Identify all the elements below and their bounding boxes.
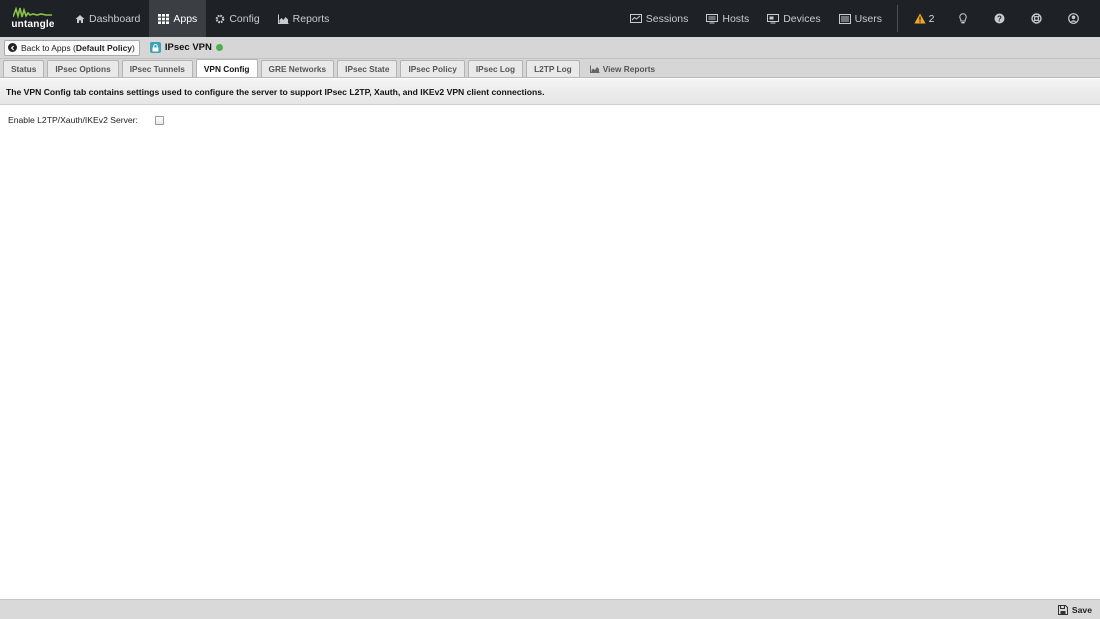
vpn-config-panel: Enable L2TP/Xauth/IKEv2 Server:: [0, 105, 1100, 599]
footer-toolbar: Save: [0, 599, 1100, 619]
tab-ipsec-state[interactable]: IPsec State: [337, 60, 398, 77]
back-arrow-icon: [8, 43, 17, 52]
lifebuoy-icon: [1031, 13, 1042, 24]
gear-icon: [216, 14, 225, 23]
users-icon: [838, 13, 851, 24]
logo-text: untangle: [11, 19, 55, 30]
nav-devices[interactable]: Devices: [758, 0, 829, 37]
help-button[interactable]: ?: [981, 0, 1018, 37]
nav-dashboard[interactable]: Dashboard: [66, 0, 149, 37]
nav-users-label: Users: [854, 12, 882, 25]
tab-view-reports[interactable]: View Reports: [583, 60, 662, 77]
back-to-apps-button[interactable]: Back to Apps (Default Policy): [4, 39, 140, 56]
tab-ipsec-log[interactable]: IPsec Log: [467, 60, 524, 77]
tab-ipsec-options[interactable]: IPsec Options: [47, 60, 119, 77]
area-chart-icon: [589, 65, 600, 73]
area-chart-icon: [277, 14, 289, 24]
back-suffix: ): [132, 42, 135, 53]
nav-right-group: Sessions Hosts Devices Users 2 ?: [621, 0, 1100, 37]
nav-config-label: Config: [229, 12, 260, 25]
save-button[interactable]: Save: [1057, 604, 1092, 615]
hosts-icon: [706, 13, 719, 23]
back-prefix: Back to Apps (: [21, 42, 76, 53]
devices-icon: [767, 13, 780, 23]
nav-hosts-label: Hosts: [722, 12, 750, 25]
floppy-disk-icon: [1057, 604, 1068, 615]
view-reports-label: View Reports: [602, 63, 656, 74]
nav-hosts[interactable]: Hosts: [697, 0, 758, 37]
app-status-indicator: [215, 44, 223, 51]
save-label: Save: [1071, 604, 1092, 615]
svg-text:?: ?: [997, 14, 1002, 23]
nav-reports[interactable]: Reports: [269, 0, 339, 37]
tab-gre-networks[interactable]: GRE Networks: [260, 60, 335, 77]
support-button[interactable]: [1018, 0, 1055, 37]
app-name: IPsec VPN: [164, 42, 212, 53]
tab-vpn-config[interactable]: VPN Config: [195, 59, 258, 77]
sessions-icon: [629, 13, 642, 23]
nav-apps-label: Apps: [173, 12, 198, 25]
home-icon: [75, 14, 85, 23]
alert-count: 2: [928, 12, 935, 25]
tab-status[interactable]: Status: [3, 60, 45, 77]
nav-config[interactable]: Config: [206, 0, 268, 37]
user-circle-icon: [1068, 13, 1079, 24]
enable-server-label: Enable L2TP/Xauth/IKEv2 Server:: [8, 115, 138, 125]
tab-ipsec-policy[interactable]: IPsec Policy: [400, 60, 465, 77]
tab-description: The VPN Config tab contains settings use…: [0, 79, 1100, 105]
back-policy-name: Default Policy: [75, 42, 133, 53]
warning-icon: [913, 13, 926, 24]
nav-users[interactable]: Users: [830, 0, 891, 37]
help-icon: ?: [994, 13, 1005, 24]
app-header-bar: Back to Apps (Default Policy) IPsec VPN: [0, 37, 1100, 59]
lightbulb-icon: [958, 13, 967, 24]
app-title: IPsec VPN: [149, 42, 223, 53]
tips-button[interactable]: [944, 0, 981, 37]
grid-icon: [158, 13, 170, 24]
nav-sessions[interactable]: Sessions: [621, 0, 698, 37]
nav-reports-label: Reports: [292, 12, 330, 25]
alerts-button[interactable]: 2: [904, 0, 944, 37]
nav-devices-label: Devices: [783, 12, 821, 25]
nav-sessions-label: Sessions: [645, 12, 689, 25]
enable-server-checkbox[interactable]: [155, 115, 164, 125]
top-navigation-bar: untangle Dashboard Apps Config Reports S…: [0, 0, 1100, 37]
nav-divider: [897, 5, 898, 32]
tab-bar: Status IPsec Options IPsec Tunnels VPN C…: [0, 59, 1100, 78]
nav-apps[interactable]: Apps: [149, 0, 207, 37]
tab-ipsec-tunnels[interactable]: IPsec Tunnels: [121, 60, 193, 77]
nav-dashboard-label: Dashboard: [89, 12, 141, 25]
enable-server-field: Enable L2TP/Xauth/IKEv2 Server:: [8, 115, 164, 125]
untangle-logo[interactable]: untangle: [0, 0, 62, 37]
ipsec-app-icon: [149, 42, 161, 53]
account-button[interactable]: [1055, 0, 1092, 37]
tab-l2tp-log[interactable]: L2TP Log: [526, 60, 580, 77]
